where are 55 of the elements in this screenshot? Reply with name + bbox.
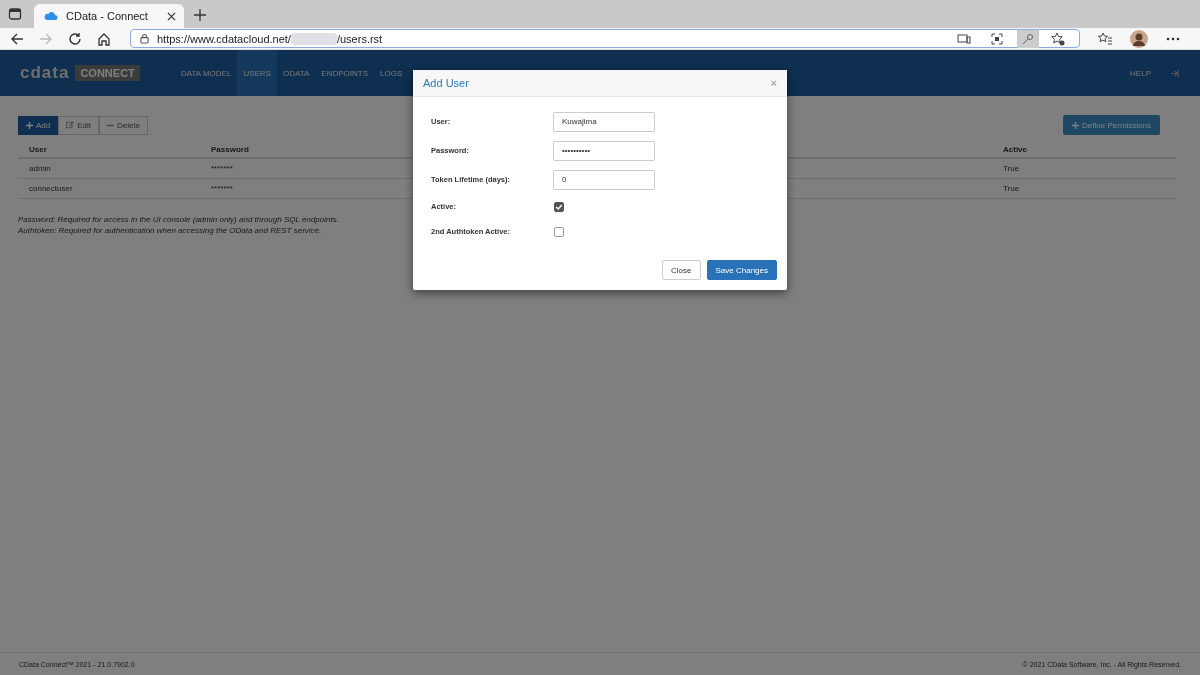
checkbox[interactable] (554, 201, 564, 212)
table-cell: True (1003, 164, 1020, 173)
back-icon[interactable] (10, 31, 24, 46)
reload-icon[interactable] (68, 31, 82, 46)
avatar[interactable] (1130, 29, 1148, 48)
close-icon[interactable] (167, 11, 176, 21)
close-dialog-button[interactable]: Close (662, 260, 701, 280)
url-text: /users.rst (336, 32, 383, 45)
table-cell: connectuser (29, 184, 73, 193)
table-cell: ******* (211, 184, 233, 193)
table-cell: ******* (211, 164, 233, 173)
nav-tab[interactable]: DATA MODEL (175, 50, 238, 96)
url-text: https://www.cdatacloud.net/ (157, 32, 291, 45)
tab-title: CData - Connect (66, 10, 149, 22)
qr-icon[interactable] (991, 32, 1003, 45)
browser-tab[interactable]: CData - Connect (34, 4, 184, 28)
close-button[interactable]: × (770, 77, 777, 89)
checkbox[interactable] (554, 226, 564, 237)
table-cell: admin (29, 164, 51, 173)
nav-tab[interactable]: LOGS (374, 50, 409, 96)
table-cell: True (1003, 184, 1020, 193)
edit-button[interactable]: Edit (58, 115, 100, 135)
help-link[interactable]: HELP (1124, 50, 1157, 96)
more-icon[interactable] (1166, 36, 1180, 41)
devices-icon[interactable] (957, 32, 971, 45)
plus-icon (1072, 121, 1080, 129)
plus-icon (26, 121, 33, 129)
help-note: Password: Required for access in the UI console (admin only) and through SQL endpoints. (18, 215, 339, 224)
input-field[interactable]: 0 (553, 169, 655, 190)
edit-icon (66, 121, 75, 129)
help-note: Authtoken: Required for authentication when accessing the OData and REST service. (18, 226, 322, 235)
nav-tab[interactable]: ENDPOINTS (315, 50, 374, 96)
redaction-mark (290, 32, 337, 45)
input-field[interactable]: •••••••••• (553, 140, 655, 161)
dialog-title: Add User (423, 77, 469, 89)
delete-button[interactable]: Delete (99, 115, 149, 135)
nav-tab[interactable]: USERS (237, 50, 277, 96)
tab-actions-icon[interactable] (8, 7, 22, 21)
define-permissions-button[interactable]: Define Permissions (1063, 115, 1160, 135)
logo-badge: CONNECT (75, 65, 140, 81)
nav-tab[interactable]: ODATA (276, 50, 316, 96)
lock-icon (140, 33, 149, 44)
favorites-icon[interactable] (1098, 31, 1112, 46)
input-field[interactable]: Kuwajima (553, 111, 655, 132)
address-field[interactable]: https://www.cdatacloud.net/ /users.rst (130, 29, 1080, 48)
home-icon[interactable] (97, 31, 111, 46)
save-button[interactable]: Save Changes (706, 260, 777, 280)
column-header: User (29, 145, 47, 154)
favorite-add-icon[interactable] (1051, 31, 1065, 46)
logo-text: cdata (20, 63, 70, 83)
column-header: Password (211, 145, 249, 154)
column-header: Active (1003, 145, 1027, 154)
cloud-icon (44, 11, 58, 21)
add-button[interactable]: Add (18, 115, 59, 135)
new-tab-icon[interactable] (194, 9, 206, 21)
